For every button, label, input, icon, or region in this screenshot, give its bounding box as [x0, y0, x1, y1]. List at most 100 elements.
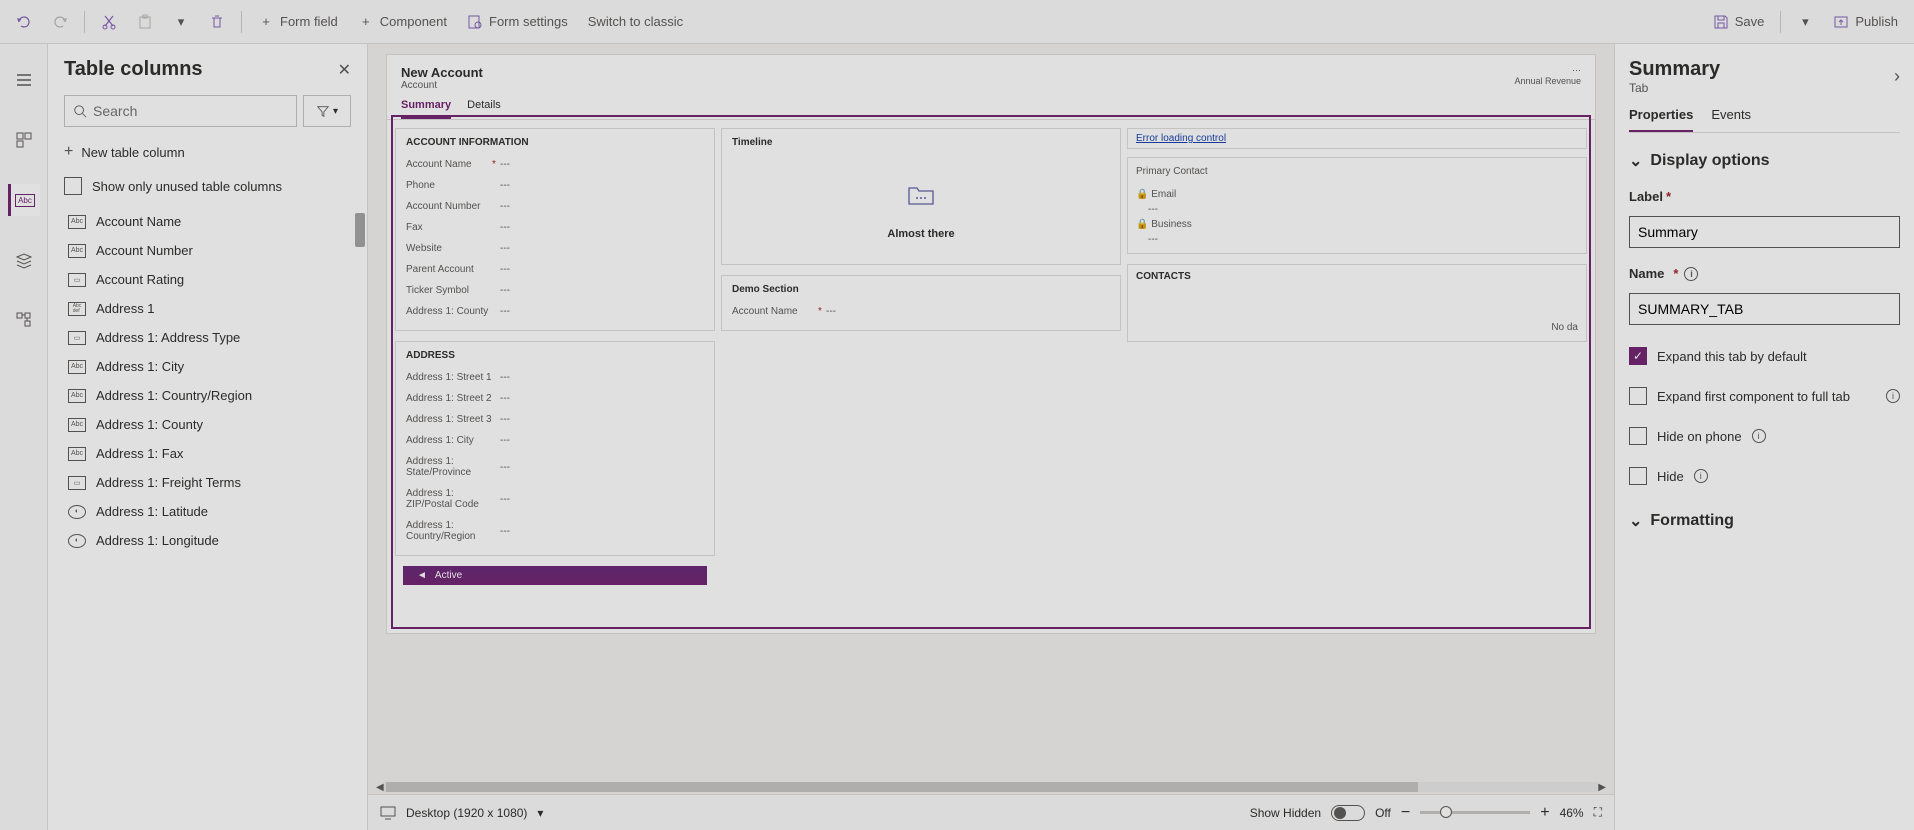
- cut-button[interactable]: [93, 8, 125, 36]
- publish-icon: [1833, 14, 1849, 30]
- contacts-section[interactable]: CONTACTS No da: [1127, 264, 1587, 342]
- hide-checkbox[interactable]: [1629, 467, 1647, 485]
- redo-button[interactable]: [44, 8, 76, 36]
- column-label: Account Name: [96, 214, 181, 229]
- account-info-section[interactable]: ACCOUNT INFORMATION Account Name*--- Pho…: [395, 128, 715, 331]
- columns-rail-button[interactable]: Abc: [8, 184, 40, 216]
- tree-icon: [15, 311, 33, 329]
- save-button[interactable]: Save: [1705, 8, 1773, 36]
- address-section[interactable]: ADDRESS Address 1: Street 1--- Address 1…: [395, 341, 715, 556]
- publish-button[interactable]: Publish: [1825, 8, 1906, 36]
- business-field: 🔒 Business: [1136, 217, 1578, 232]
- column-item[interactable]: ▭Account Rating: [64, 265, 367, 294]
- add-component-button[interactable]: +Component: [350, 8, 455, 36]
- expand-first-checkbox[interactable]: [1629, 387, 1647, 405]
- column-item[interactable]: AbcAddress 1: County: [64, 410, 367, 439]
- zoom-slider[interactable]: [1420, 811, 1530, 814]
- column-item[interactable]: AbcAddress 1: Country/Region: [64, 381, 367, 410]
- column-item[interactable]: ◐Address 1: Latitude: [64, 497, 367, 526]
- timeline-section[interactable]: Timeline Almost there: [721, 128, 1121, 265]
- formatting-group[interactable]: ⌄ Formatting: [1629, 511, 1900, 531]
- form-field: Parent Account---: [406, 259, 704, 280]
- chevron-down-icon: ▾: [1797, 14, 1813, 30]
- app-toolbar: ▾ +Form field +Component Form settings S…: [0, 0, 1914, 44]
- hide-phone-label: Hide on phone: [1657, 429, 1742, 444]
- filter-button[interactable]: ▾: [303, 95, 351, 127]
- display-options-group[interactable]: ⌄ Display options: [1629, 151, 1900, 171]
- events-tab[interactable]: Events: [1711, 107, 1751, 132]
- delete-button[interactable]: [201, 8, 233, 36]
- scrollbar-thumb[interactable]: [355, 213, 365, 247]
- component-label: Component: [380, 14, 447, 29]
- show-unused-checkbox[interactable]: [64, 177, 82, 195]
- column-item[interactable]: AbcAddress 1: Fax: [64, 439, 367, 468]
- expand-panel-button[interactable]: ›: [1894, 66, 1900, 87]
- section-title: CONTACTS: [1136, 271, 1578, 282]
- paste-chevron[interactable]: ▾: [165, 8, 197, 36]
- components-rail-button[interactable]: [8, 124, 40, 156]
- close-panel-button[interactable]: ✕: [338, 60, 351, 80]
- info-icon[interactable]: i: [1752, 429, 1766, 443]
- zoom-in-button[interactable]: +: [1540, 804, 1549, 822]
- publish-label: Publish: [1855, 14, 1898, 29]
- undo-button[interactable]: [8, 8, 40, 36]
- section-title: ADDRESS: [406, 350, 704, 361]
- device-label: Desktop (1920 x 1080): [406, 806, 527, 820]
- hide-phone-checkbox[interactable]: [1629, 427, 1647, 445]
- header-ellipsis[interactable]: ⋯: [1514, 65, 1581, 76]
- error-loading-control-link[interactable]: Error loading control: [1127, 128, 1587, 149]
- form-card[interactable]: New Account Account ⋯ Annual Revenue Sum…: [386, 54, 1596, 634]
- form-field: Website---: [406, 238, 704, 259]
- save-icon: [1713, 14, 1729, 30]
- search-box[interactable]: [64, 95, 297, 127]
- form-settings-button[interactable]: Form settings: [459, 8, 576, 36]
- save-chevron[interactable]: ▾: [1789, 8, 1821, 36]
- show-hidden-label: Show Hidden: [1250, 806, 1321, 820]
- column-item[interactable]: ▭Address 1: Address Type: [64, 323, 367, 352]
- column-label: Address 1: Country/Region: [96, 388, 252, 403]
- layers-rail-button[interactable]: [8, 244, 40, 276]
- column-item[interactable]: AbcAccount Name: [64, 207, 367, 236]
- hamburger-icon: [15, 71, 33, 89]
- search-input[interactable]: [93, 103, 288, 119]
- show-hidden-toggle[interactable]: [1331, 805, 1365, 821]
- section-title: Primary Contact: [1136, 164, 1578, 179]
- column-item[interactable]: AbcAddress 1: City: [64, 352, 367, 381]
- fit-button[interactable]: ⛶: [1594, 805, 1602, 820]
- tab-summary[interactable]: Summary: [401, 99, 451, 119]
- canvas-horizontal-scrollbar[interactable]: ◀ ▶: [368, 780, 1614, 794]
- text-type-icon: Abc: [68, 418, 86, 432]
- column-item[interactable]: ◐Address 1: Longitude: [64, 526, 367, 555]
- form-field: Phone---: [406, 175, 704, 196]
- plus-icon: +: [64, 143, 73, 161]
- name-input[interactable]: [1629, 293, 1900, 325]
- email-field: 🔒 Email: [1136, 187, 1578, 202]
- demo-section[interactable]: Demo Section Account Name*---: [721, 275, 1121, 331]
- add-form-field-button[interactable]: +Form field: [250, 8, 346, 36]
- primary-contact-section[interactable]: Primary Contact 🔒 Email --- 🔒 Business -…: [1127, 157, 1587, 254]
- info-icon[interactable]: i: [1694, 469, 1708, 483]
- show-hidden-state: Off: [1375, 806, 1391, 820]
- expand-default-checkbox[interactable]: [1629, 347, 1647, 365]
- form-field: Address 1: Street 1---: [406, 367, 704, 388]
- info-icon[interactable]: i: [1684, 267, 1698, 281]
- columns-list: AbcAccount Name AbcAccount Number ▭Accou…: [48, 207, 367, 830]
- column-item[interactable]: AbcdefAddress 1: [64, 294, 367, 323]
- hamburger-button[interactable]: [8, 64, 40, 96]
- info-icon[interactable]: i: [1886, 389, 1900, 403]
- column-item[interactable]: ▭Address 1: Freight Terms: [64, 468, 367, 497]
- paste-button[interactable]: [129, 8, 161, 36]
- tab-details[interactable]: Details: [467, 99, 501, 119]
- properties-tab[interactable]: Properties: [1629, 107, 1693, 132]
- zoom-out-button[interactable]: −: [1401, 804, 1410, 822]
- tree-rail-button[interactable]: [8, 304, 40, 336]
- filter-icon: [316, 104, 330, 118]
- new-table-column-button[interactable]: + New table column: [48, 133, 367, 171]
- form-field: Address 1: County---: [406, 301, 704, 322]
- column-item[interactable]: AbcAccount Number: [64, 236, 367, 265]
- undo-icon: [16, 14, 32, 30]
- label-input[interactable]: [1629, 216, 1900, 248]
- device-chevron[interactable]: ▾: [537, 806, 543, 820]
- switch-classic-button[interactable]: Switch to classic: [580, 8, 691, 35]
- stage-bar[interactable]: ◄Active: [403, 566, 707, 585]
